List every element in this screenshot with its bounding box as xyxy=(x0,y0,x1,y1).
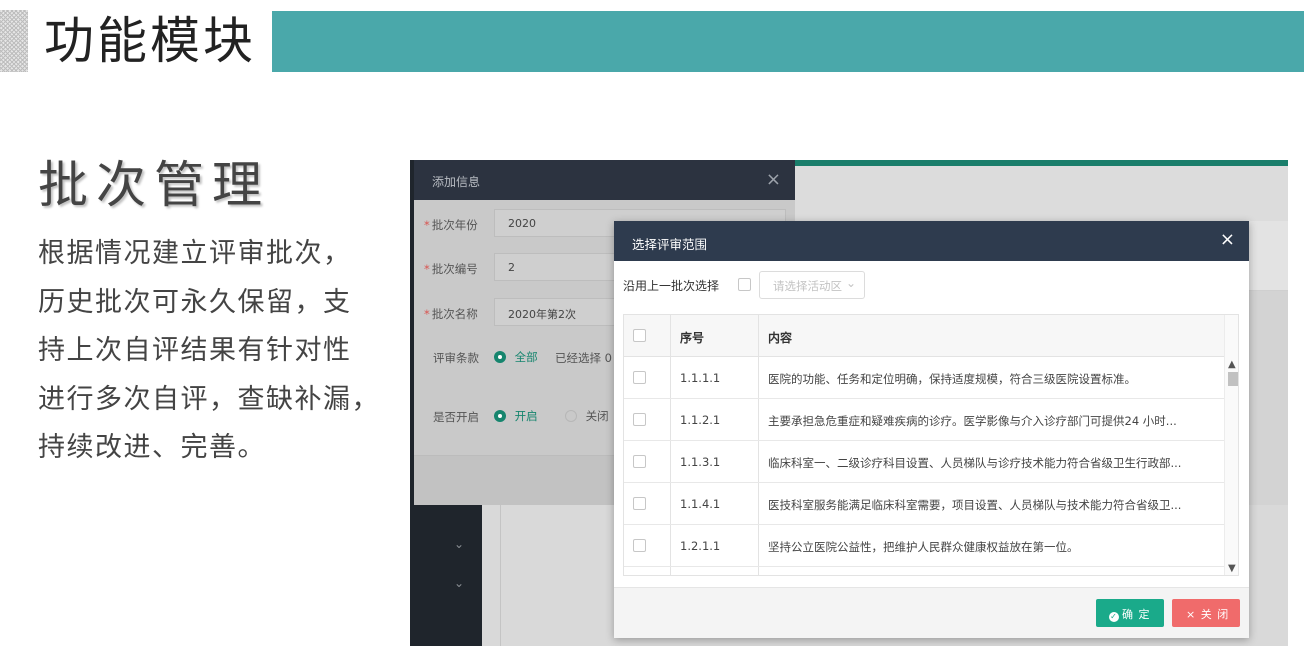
row-checkbox-cell xyxy=(624,441,671,482)
batch-name-label-text: 批次名称 xyxy=(431,307,478,321)
enabled-on-radio[interactable]: 开启 xyxy=(494,408,538,424)
batch-number-label-text: 批次编号 xyxy=(431,262,478,276)
review-all-radio[interactable]: 全部 xyxy=(494,349,538,365)
title-bar xyxy=(272,11,1304,72)
required-mark: * xyxy=(424,262,430,276)
select-all-checkbox[interactable] xyxy=(633,329,646,342)
description-line: 根据情况建立评审批次， xyxy=(38,238,352,269)
selected-count: 已经选择 0 xyxy=(555,350,612,366)
row-checkbox[interactable] xyxy=(633,539,646,552)
table-row[interactable]: 1.1.2.1 主要承担急危重症和疑难疾病的诊疗。医学影像与介入诊疗部门可提供2… xyxy=(624,399,1224,441)
column-header-no: 序号 xyxy=(671,315,759,356)
batch-number-label: * 批次编号 xyxy=(424,261,478,277)
required-mark: * xyxy=(424,307,430,321)
row-content: 医院的功能、任务和定位明确，保持适度规模，符合三级医院设置标准。 xyxy=(768,372,1136,386)
row-no-cell xyxy=(671,567,759,575)
enabled-off-label: 关闭 xyxy=(585,409,609,423)
app-screenshot: ⌄ ⌄ 添加信息 × * 批次年份 2020 * 批次编号 2 * 批次名称 2020… xyxy=(410,160,1288,646)
table-row[interactable]: 1.1.1.1 医院的功能、任务和定位明确，保持适度规模，符合三级医院设置标准。 xyxy=(624,357,1224,399)
activity-select-placeholder: 请选择活动区 xyxy=(773,279,842,293)
add-info-dialog-title: 添加信息 xyxy=(432,175,481,189)
close-button-label: × 关 闭 xyxy=(1186,608,1230,621)
description-line: 进行多次自评，查缺补漏， xyxy=(38,383,380,415)
scroll-up-icon[interactable]: ▲ xyxy=(1228,359,1236,370)
row-checkbox[interactable] xyxy=(633,413,646,426)
reuse-previous-checkbox[interactable] xyxy=(738,278,751,291)
table-row[interactable]: 1.2.1.1 坚持公立医院公益性，把维护人民群众健康权益放在第一位。 xyxy=(624,525,1224,567)
row-content: 主要承担急危重症和疑难疾病的诊疗。医学影像与介入诊疗部门可提供24 小时... xyxy=(768,414,1177,428)
confirm-button-label: 确 定 xyxy=(1122,608,1151,621)
row-no: 1.1.1.1 xyxy=(671,357,759,398)
column-header-content: 内容 xyxy=(768,331,793,345)
chevron-down-icon[interactable]: ⌄ xyxy=(454,576,464,590)
table-row xyxy=(624,567,1224,575)
row-checkbox-cell xyxy=(624,567,671,575)
description: 根据情况建立评审批次， 历史批次可永久保留，支 持上次自评结果有针对性 进行多次… xyxy=(38,230,380,473)
row-checkbox-cell xyxy=(624,483,671,524)
required-mark: * xyxy=(424,218,430,232)
row-checkbox[interactable] xyxy=(633,455,646,468)
batch-name-label: * 批次名称 xyxy=(424,306,478,322)
row-content: 坚持公立医院公益性，把维护人民群众健康权益放在第一位。 xyxy=(768,540,1079,554)
row-checkbox[interactable] xyxy=(633,497,646,510)
batch-year-label: * 批次年份 xyxy=(424,217,478,233)
review-items-label: 评审条款 xyxy=(433,351,479,365)
scope-table: 序号 内容 1.1.1.1 医院的功能、任务和定位明确，保持适度规模，符合三级医… xyxy=(623,314,1239,576)
enabled-off-radio[interactable]: 关闭 xyxy=(565,408,609,424)
description-line: 历史批次可永久保留，支 xyxy=(38,286,352,318)
close-icon[interactable]: × xyxy=(1220,229,1235,250)
slide-title: 功能模块 xyxy=(44,12,256,70)
radio-selected-icon xyxy=(494,351,506,363)
table-row[interactable]: 1.1.4.1 医技科室服务能满足临床科室需要，项目设置、人员梯队与技术能力符合… xyxy=(624,483,1224,525)
select-scope-dialog: 选择评审范围 × 沿用上一批次选择 请选择活动区 ⌄ 序号 内容 1.1.1.1… xyxy=(614,221,1249,638)
row-content: 医技科室服务能满足临床科室需要，项目设置、人员梯队与技术能力符合省级卫... xyxy=(768,498,1182,512)
enabled-label: 是否开启 xyxy=(433,410,479,424)
check-circle-icon: ✓ xyxy=(1109,612,1119,622)
decorative-hatch xyxy=(0,10,28,72)
description-line: 持上次自评结果有针对性 xyxy=(38,335,352,366)
table-scrollbar[interactable]: ▲ ▼ xyxy=(1224,315,1238,575)
select-scope-dialog-title: 选择评审范围 xyxy=(632,237,708,252)
row-content: 临床科室一、二级诊疗科目设置、人员梯队与诊疗技术能力符合省级卫生行政部... xyxy=(768,456,1182,470)
row-checkbox-cell xyxy=(624,357,671,398)
description-line: 持续改进、完善。 xyxy=(38,432,266,463)
close-icon[interactable]: × xyxy=(766,169,781,190)
select-scope-dialog-header: 选择评审范围 × xyxy=(614,221,1249,261)
confirm-button[interactable]: ✓ 确 定 xyxy=(1096,599,1164,627)
selected-count-text: 已经选择 0 xyxy=(555,351,612,365)
enabled-on-label: 开启 xyxy=(514,409,538,423)
select-scope-dialog-footer: ✓ 确 定 × 关 闭 xyxy=(614,587,1249,638)
row-no: 1.1.2.1 xyxy=(671,399,759,440)
table-row[interactable]: 1.1.3.1 临床科室一、二级诊疗科目设置、人员梯队与诊疗技术能力符合省级卫生… xyxy=(624,441,1224,483)
close-button[interactable]: × 关 闭 xyxy=(1172,599,1240,627)
add-info-dialog-header: 添加信息 × xyxy=(414,160,795,200)
scroll-down-icon[interactable]: ▼ xyxy=(1228,563,1236,574)
activity-select[interactable]: 请选择活动区 ⌄ xyxy=(759,271,865,299)
chevron-down-icon: ⌄ xyxy=(845,276,856,290)
row-checkbox-cell xyxy=(624,399,671,440)
row-no: 1.1.4.1 xyxy=(671,483,759,524)
reuse-previous-label: 沿用上一批次选择 xyxy=(623,279,720,293)
header-checkbox-cell xyxy=(624,315,671,356)
row-no: 1.1.3.1 xyxy=(671,441,759,482)
app-background-panel xyxy=(795,166,1288,221)
radio-unselected-icon xyxy=(565,410,577,422)
divider xyxy=(500,505,501,646)
row-checkbox-cell xyxy=(624,525,671,566)
chevron-down-icon[interactable]: ⌄ xyxy=(454,537,464,551)
scrollbar-thumb[interactable] xyxy=(1228,372,1238,386)
radio-selected-icon xyxy=(494,410,506,422)
table-header: 序号 内容 xyxy=(624,315,1224,357)
review-all-label: 全部 xyxy=(514,350,538,364)
section-title: 批次管理 xyxy=(38,156,270,214)
row-no: 1.2.1.1 xyxy=(671,525,759,566)
row-checkbox[interactable] xyxy=(633,371,646,384)
batch-year-label-text: 批次年份 xyxy=(431,218,478,232)
